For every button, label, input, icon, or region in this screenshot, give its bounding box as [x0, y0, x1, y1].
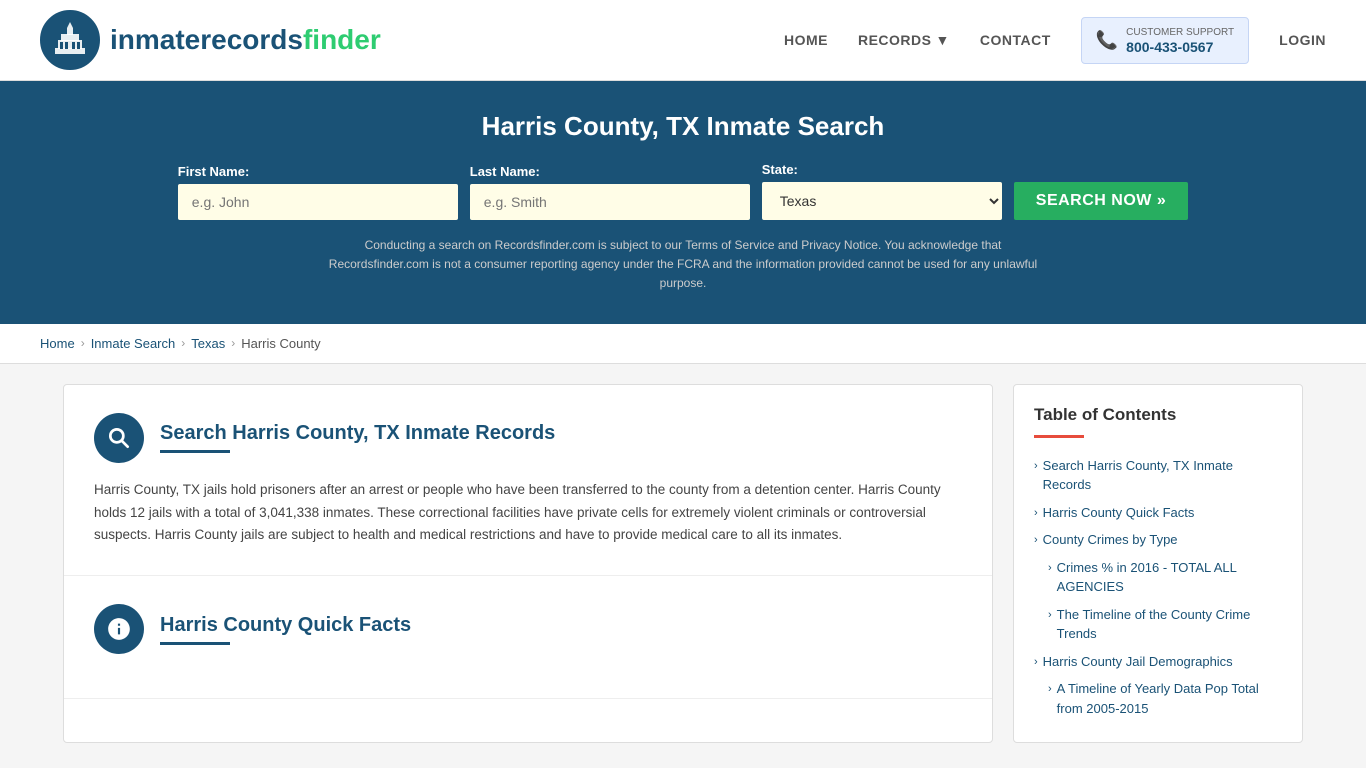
first-name-input[interactable]	[178, 184, 458, 220]
toc-list-item: › A Timeline of Yearly Data Pop Total fro…	[1034, 675, 1282, 722]
nav-contact[interactable]: CONTACT	[980, 32, 1051, 48]
nav-home[interactable]: HOME	[784, 32, 828, 48]
toc-link-text: The Timeline of the County Crime Trends	[1057, 605, 1282, 644]
state-group: State: AlabamaAlaskaArizonaArkansasCalif…	[762, 162, 1002, 220]
search-form: First Name: Last Name: State: AlabamaAla…	[40, 162, 1326, 220]
customer-support-box: 📞 CUSTOMER SUPPORT 800-433-0567	[1081, 17, 1249, 64]
main-nav: HOME RECORDS ▼ CONTACT 📞 CUSTOMER SUPPOR…	[784, 17, 1326, 64]
table-of-contents: Table of Contents › Search Harris County,…	[1013, 384, 1303, 744]
main-content: Search Harris County, TX Inmate Records …	[43, 384, 1323, 744]
title-underline-2	[160, 642, 230, 645]
logo-icon	[40, 10, 100, 70]
nav-records[interactable]: RECORDS ▼	[858, 32, 950, 48]
toc-link[interactable]: › A Timeline of Yearly Data Pop Total fro…	[1048, 679, 1282, 718]
toc-link[interactable]: › Harris County Quick Facts	[1034, 503, 1282, 523]
state-label: State:	[762, 162, 798, 177]
breadcrumb: Home › Inmate Search › Texas › Harris Co…	[0, 324, 1366, 364]
toc-link-text: Search Harris County, TX Inmate Records	[1043, 456, 1282, 495]
login-button[interactable]: LOGIN	[1279, 32, 1326, 48]
section-header-inmate: Search Harris County, TX Inmate Records	[94, 413, 962, 463]
last-name-group: Last Name:	[470, 164, 750, 220]
toc-list: › Search Harris County, TX Inmate Records…	[1034, 452, 1282, 723]
chevron-right-icon: ›	[1034, 532, 1038, 549]
logo-area: inmaterecordsfinder	[40, 10, 381, 70]
toc-link[interactable]: › Search Harris County, TX Inmate Records	[1034, 456, 1282, 495]
section-header-facts: Harris County Quick Facts	[94, 604, 962, 654]
breadcrumb-home[interactable]: Home	[40, 336, 75, 351]
toc-list-item: › Harris County Quick Facts	[1034, 499, 1282, 527]
toc-link[interactable]: › County Crimes by Type	[1034, 530, 1282, 550]
phone-icon: 📞	[1096, 30, 1118, 51]
logo-text: inmaterecordsfinder	[110, 24, 381, 56]
article: Search Harris County, TX Inmate Records …	[63, 384, 993, 744]
chevron-right-icon: ›	[1034, 505, 1038, 522]
toc-link[interactable]: › The Timeline of the County Crime Trends	[1048, 605, 1282, 644]
breadcrumb-current: Harris County	[241, 336, 320, 351]
toc-list-item: › Search Harris County, TX Inmate Records	[1034, 452, 1282, 499]
chevron-down-icon: ▼	[935, 32, 949, 48]
breadcrumb-inmate-search[interactable]: Inmate Search	[91, 336, 176, 351]
hero-title: Harris County, TX Inmate Search	[40, 111, 1326, 142]
toc-list-item: › County Crimes by Type	[1034, 526, 1282, 554]
first-name-label: First Name:	[178, 164, 250, 179]
article-section-quick-facts: Harris County Quick Facts	[64, 576, 992, 699]
toc-card: Table of Contents › Search Harris County,…	[1013, 384, 1303, 744]
toc-list-item: › Harris County Jail Demographics	[1034, 648, 1282, 676]
toc-divider	[1034, 435, 1084, 438]
toc-link-text: Harris County Quick Facts	[1043, 503, 1195, 523]
search-button[interactable]: SEARCH NOW »	[1014, 182, 1188, 220]
hero-section: Harris County, TX Inmate Search First Na…	[0, 81, 1366, 324]
disclaimer-text: Conducting a search on Recordsfinder.com…	[323, 236, 1043, 294]
breadcrumb-sep-2: ›	[181, 336, 185, 350]
first-name-group: First Name:	[178, 164, 458, 220]
section-body-inmate: Harris County, TX jails hold prisoners a…	[94, 479, 962, 548]
search-section-icon	[94, 413, 144, 463]
chevron-right-icon: ›	[1048, 681, 1052, 698]
last-name-label: Last Name:	[470, 164, 540, 179]
toc-link[interactable]: › Crimes % in 2016 - TOTAL ALL AGENCIES	[1048, 558, 1282, 597]
info-section-icon	[94, 604, 144, 654]
toc-list-item: › The Timeline of the County Crime Trends	[1034, 601, 1282, 648]
section-title-inmate: Search Harris County, TX Inmate Records	[160, 422, 555, 453]
toc-list-item: › Crimes % in 2016 - TOTAL ALL AGENCIES	[1034, 554, 1282, 601]
breadcrumb-sep-1: ›	[81, 336, 85, 350]
toc-link-text: A Timeline of Yearly Data Pop Total from…	[1057, 679, 1282, 718]
toc-link-text: Harris County Jail Demographics	[1043, 652, 1233, 672]
toc-link-text: County Crimes by Type	[1043, 530, 1178, 550]
title-underline	[160, 450, 230, 453]
site-header: inmaterecordsfinder HOME RECORDS ▼ CONTA…	[0, 0, 1366, 81]
breadcrumb-texas[interactable]: Texas	[191, 336, 225, 351]
chevron-right-icon: ›	[1034, 458, 1038, 475]
toc-title: Table of Contents	[1034, 405, 1282, 425]
last-name-input[interactable]	[470, 184, 750, 220]
support-info: CUSTOMER SUPPORT 800-433-0567	[1126, 26, 1234, 55]
chevron-right-icon: ›	[1048, 560, 1052, 577]
chevron-right-icon: ›	[1034, 654, 1038, 671]
toc-link[interactable]: › Harris County Jail Demographics	[1034, 652, 1282, 672]
section-title-facts: Harris County Quick Facts	[160, 614, 411, 645]
article-section-inmate-records: Search Harris County, TX Inmate Records …	[64, 385, 992, 577]
toc-link-text: Crimes % in 2016 - TOTAL ALL AGENCIES	[1057, 558, 1282, 597]
chevron-right-icon: ›	[1048, 607, 1052, 624]
state-select[interactable]: AlabamaAlaskaArizonaArkansasCaliforniaCo…	[762, 182, 1002, 220]
breadcrumb-sep-3: ›	[231, 336, 235, 350]
